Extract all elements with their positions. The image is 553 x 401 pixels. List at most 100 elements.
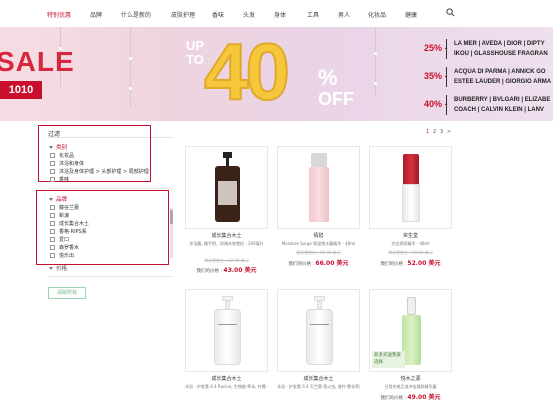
tier-2-brands-line1: ACQUA DI PARMA | ANNICK GO (454, 69, 546, 75)
brand-option[interactable]: 森罗香水 (50, 244, 79, 251)
nav-item-whats-new[interactable]: 什么是新的 (121, 10, 151, 19)
product-brand[interactable]: 成长集合木土 (277, 375, 360, 382)
checkbox[interactable] (50, 205, 55, 210)
checkbox[interactable] (50, 253, 55, 258)
nav-item-tools[interactable]: 工具 (307, 10, 319, 19)
option-label: 香格·RIPS系 (59, 229, 87, 235)
product-image-card[interactable] (369, 146, 452, 229)
string-lights-decoration (130, 27, 131, 107)
tier-2-brands: ACQUA DI PARMA | ANNICK GO ESTEE LAUDER … (454, 67, 551, 87)
bottle-label-line (310, 324, 329, 325)
option-label: 新濠 (59, 213, 70, 219)
scrollbar-thumb[interactable] (170, 210, 173, 224)
option-label: 森罗香水 (59, 245, 80, 251)
product-description[interactable]: 日常充电巨浪冲击焕肤精华露 (369, 384, 452, 390)
nav-item-men[interactable]: 男人 (338, 10, 350, 19)
nav-item-brands[interactable]: 品牌 (90, 10, 102, 19)
option-label: 成长集合木土 (59, 221, 90, 227)
price-section-head[interactable]: 价格 (49, 264, 67, 272)
product-price: 我们的价格 : 43.00 美元 (185, 265, 268, 274)
bottle-body (214, 309, 241, 365)
product-description[interactable]: 沐浴 - 护发素 6.4 天竺葵·萤火虫, 香柠·薰衣草类 - 500毫升 (277, 384, 360, 390)
option-label: 爱口 (59, 237, 70, 243)
product-rrp: 建议零售价 : 56.00 美元 (369, 250, 452, 256)
nav-item-hair[interactable]: 头发 (243, 10, 255, 19)
option-label: 悦乐出 (59, 253, 75, 259)
product-image-card[interactable] (277, 289, 360, 372)
promo-banner[interactable]: SALE 1010 UP TO 40 % OFF 25% - LA MER | … (0, 27, 553, 121)
nav-item-special-offers[interactable]: 特别优惠 (47, 10, 71, 19)
product-price: 我们的价格 : 66.00 美元 (277, 258, 360, 267)
price-label: 我们的价格 : (288, 262, 314, 267)
brand-option[interactable]: 香格·RIPS系 (50, 228, 87, 235)
checkbox[interactable] (50, 221, 55, 226)
light-bead (129, 57, 132, 60)
category-option-makeup[interactable]: 化妆品 (50, 152, 74, 159)
checkbox[interactable] (50, 213, 55, 218)
product-brand[interactable]: 资生堂 (369, 232, 452, 239)
price-value: 49.00 美元 (407, 394, 441, 401)
tier-1-brands-line2: IKOU | GLASSHOUSE FRAGRAN (454, 51, 548, 57)
product-description[interactable]: Moisture Surge 保湿锁水露精华 - 48ml (277, 241, 360, 247)
tier-3-brands-line2: COACH | CALVIN KLEIN | LANV (454, 107, 544, 113)
divider (48, 276, 173, 277)
product-image-card[interactable] (277, 146, 360, 229)
search-icon[interactable] (446, 8, 455, 17)
category-option-fragrance[interactable]: 香味 (50, 176, 69, 183)
checkbox[interactable] (50, 169, 55, 174)
product-image-card[interactable] (185, 289, 268, 372)
category-option-bath-body[interactable]: 沐浴和身体 (50, 160, 84, 167)
category-option-body-care[interactable]: 沐浴及身体护理 > 头部护理 > 局部护理 (50, 168, 149, 175)
price-label: 我们的价格 : (380, 396, 406, 401)
checkbox[interactable] (50, 245, 55, 250)
checkbox[interactable] (50, 177, 55, 182)
bottle-cap (311, 153, 327, 167)
checkbox[interactable] (50, 153, 55, 158)
product-description[interactable]: 完全透亮精华 - 48ml (369, 241, 452, 247)
bottle-label-line (218, 324, 237, 325)
option-label: 沐浴和身体 (59, 161, 85, 167)
product-image-card[interactable] (185, 146, 268, 229)
page-1-link[interactable]: 1 (426, 129, 429, 135)
price-label: 我们的价格 : (196, 269, 222, 274)
product-description[interactable]: 沐浴露, 佛手柑、玫瑰木和雪松 - 300毫升 (185, 241, 268, 247)
tier-divider (446, 39, 447, 59)
option-label: 沐浴及身体护理 > 头部护理 > 局部护理 (59, 169, 149, 175)
sale-heading: SALE (0, 46, 75, 77)
brand-option[interactable]: 藤谷兰蕾 (50, 204, 79, 211)
brand-option[interactable]: 新濠 (50, 212, 69, 219)
checkbox[interactable] (50, 237, 55, 242)
product-brand[interactable]: 成长集合木土 (185, 375, 268, 382)
tier-1-brands: LA MER | AVEDA | DIOR | DIPTY IKOU | GLA… (454, 39, 548, 59)
nav-item-skincare[interactable]: 皮肤护理 (171, 10, 195, 19)
nav-item-body[interactable]: 身体 (274, 10, 286, 19)
brand-section-head[interactable]: 品牌 (49, 195, 67, 203)
discount-number-balloon: 40 (203, 27, 291, 117)
next-page-link[interactable]: > (447, 129, 451, 135)
brand-option[interactable]: 成长集合木土 (50, 220, 89, 227)
page-2-link[interactable]: 2 (433, 129, 436, 135)
nav-item-wellness[interactable]: 健康 (405, 10, 417, 19)
nav-item-makeup[interactable]: 化妆品 (368, 10, 386, 19)
option-label: 化妆品 (59, 153, 75, 159)
string-lights-decoration (375, 27, 376, 97)
product-description[interactable]: 沐浴 - 护发素 6.4 Racine, 生物根·草本, 柠檬 - 500毫升 (185, 384, 268, 390)
light-bead (374, 82, 377, 85)
chevron-down-icon (49, 267, 53, 270)
brand-option[interactable]: 悦乐出 (50, 252, 74, 259)
product-brand[interactable]: 悦木之源 (369, 375, 452, 382)
product-brand[interactable]: 成长集合木土 (185, 232, 268, 239)
dropper-cap (407, 297, 416, 315)
brand-option[interactable]: 爱口 (50, 236, 69, 243)
checkbox[interactable] (50, 229, 55, 234)
rrp-value: 建议零售价 : 47.00 美元 (204, 258, 249, 263)
product-brand[interactable]: 倩碧 (277, 232, 360, 239)
nav-item-fragrance[interactable]: 香味 (212, 10, 224, 19)
price-value: 52.00 美元 (407, 260, 441, 267)
checkbox[interactable] (50, 161, 55, 166)
clear-all-button[interactable]: 清除所有 (48, 287, 86, 299)
light-bead (374, 52, 377, 55)
page-3-link[interactable]: 3 (440, 129, 443, 135)
category-section-head[interactable]: 类别 (49, 143, 67, 151)
light-bead (129, 87, 132, 90)
